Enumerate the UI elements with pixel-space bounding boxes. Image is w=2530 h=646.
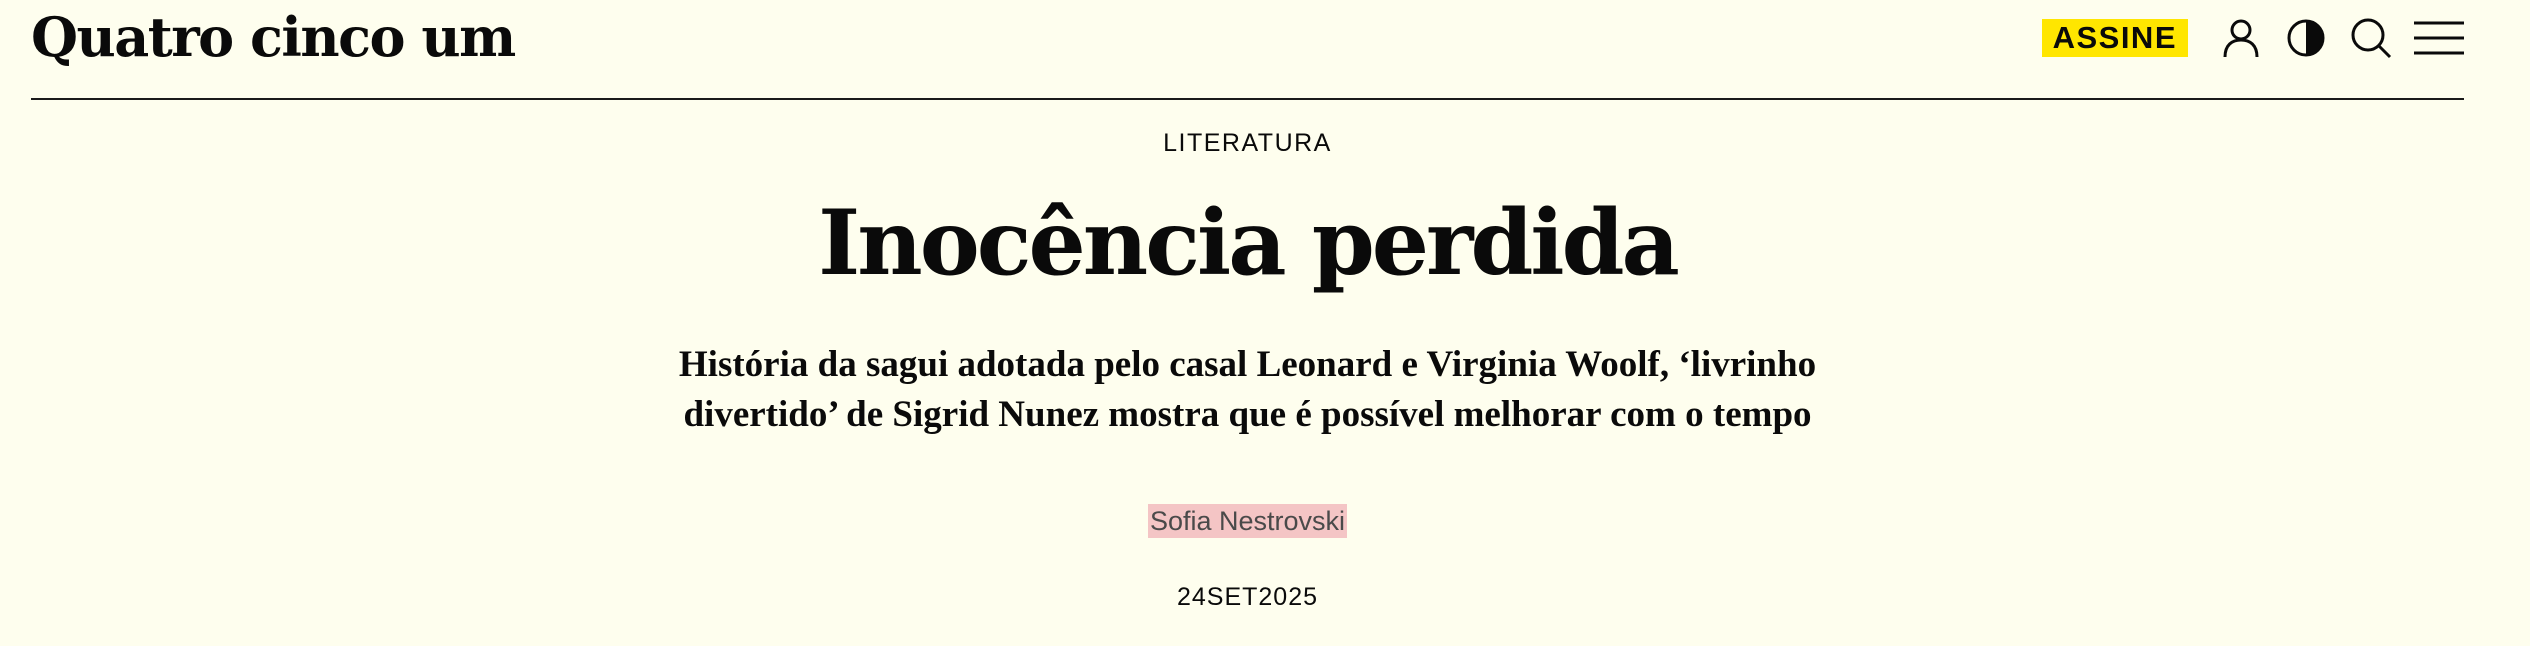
article-title: Inocência perdida [818,190,1680,296]
subscribe-button[interactable]: ASSINE [2041,19,2188,57]
user-icon[interactable] [2222,18,2260,58]
section-label[interactable]: LITERATURA [0,128,2495,158]
site-logo[interactable]: Quatro cinco um [31,4,516,70]
contrast-icon[interactable] [2286,18,2326,58]
search-icon[interactable] [2350,17,2392,59]
publish-date: 24SET2025 [1176,583,1319,611]
article-subtitle: História da sagui adotada pelo casal Leo… [678,344,1817,435]
menu-icon[interactable] [2414,20,2464,56]
author-link[interactable]: Sofia Nestrovski [1147,504,1348,538]
byline: Sofia Nestrovski [0,504,2495,538]
header-actions: ASSINE [2041,16,2464,60]
site-header: Quatro cinco um ASSINE [31,0,2464,100]
